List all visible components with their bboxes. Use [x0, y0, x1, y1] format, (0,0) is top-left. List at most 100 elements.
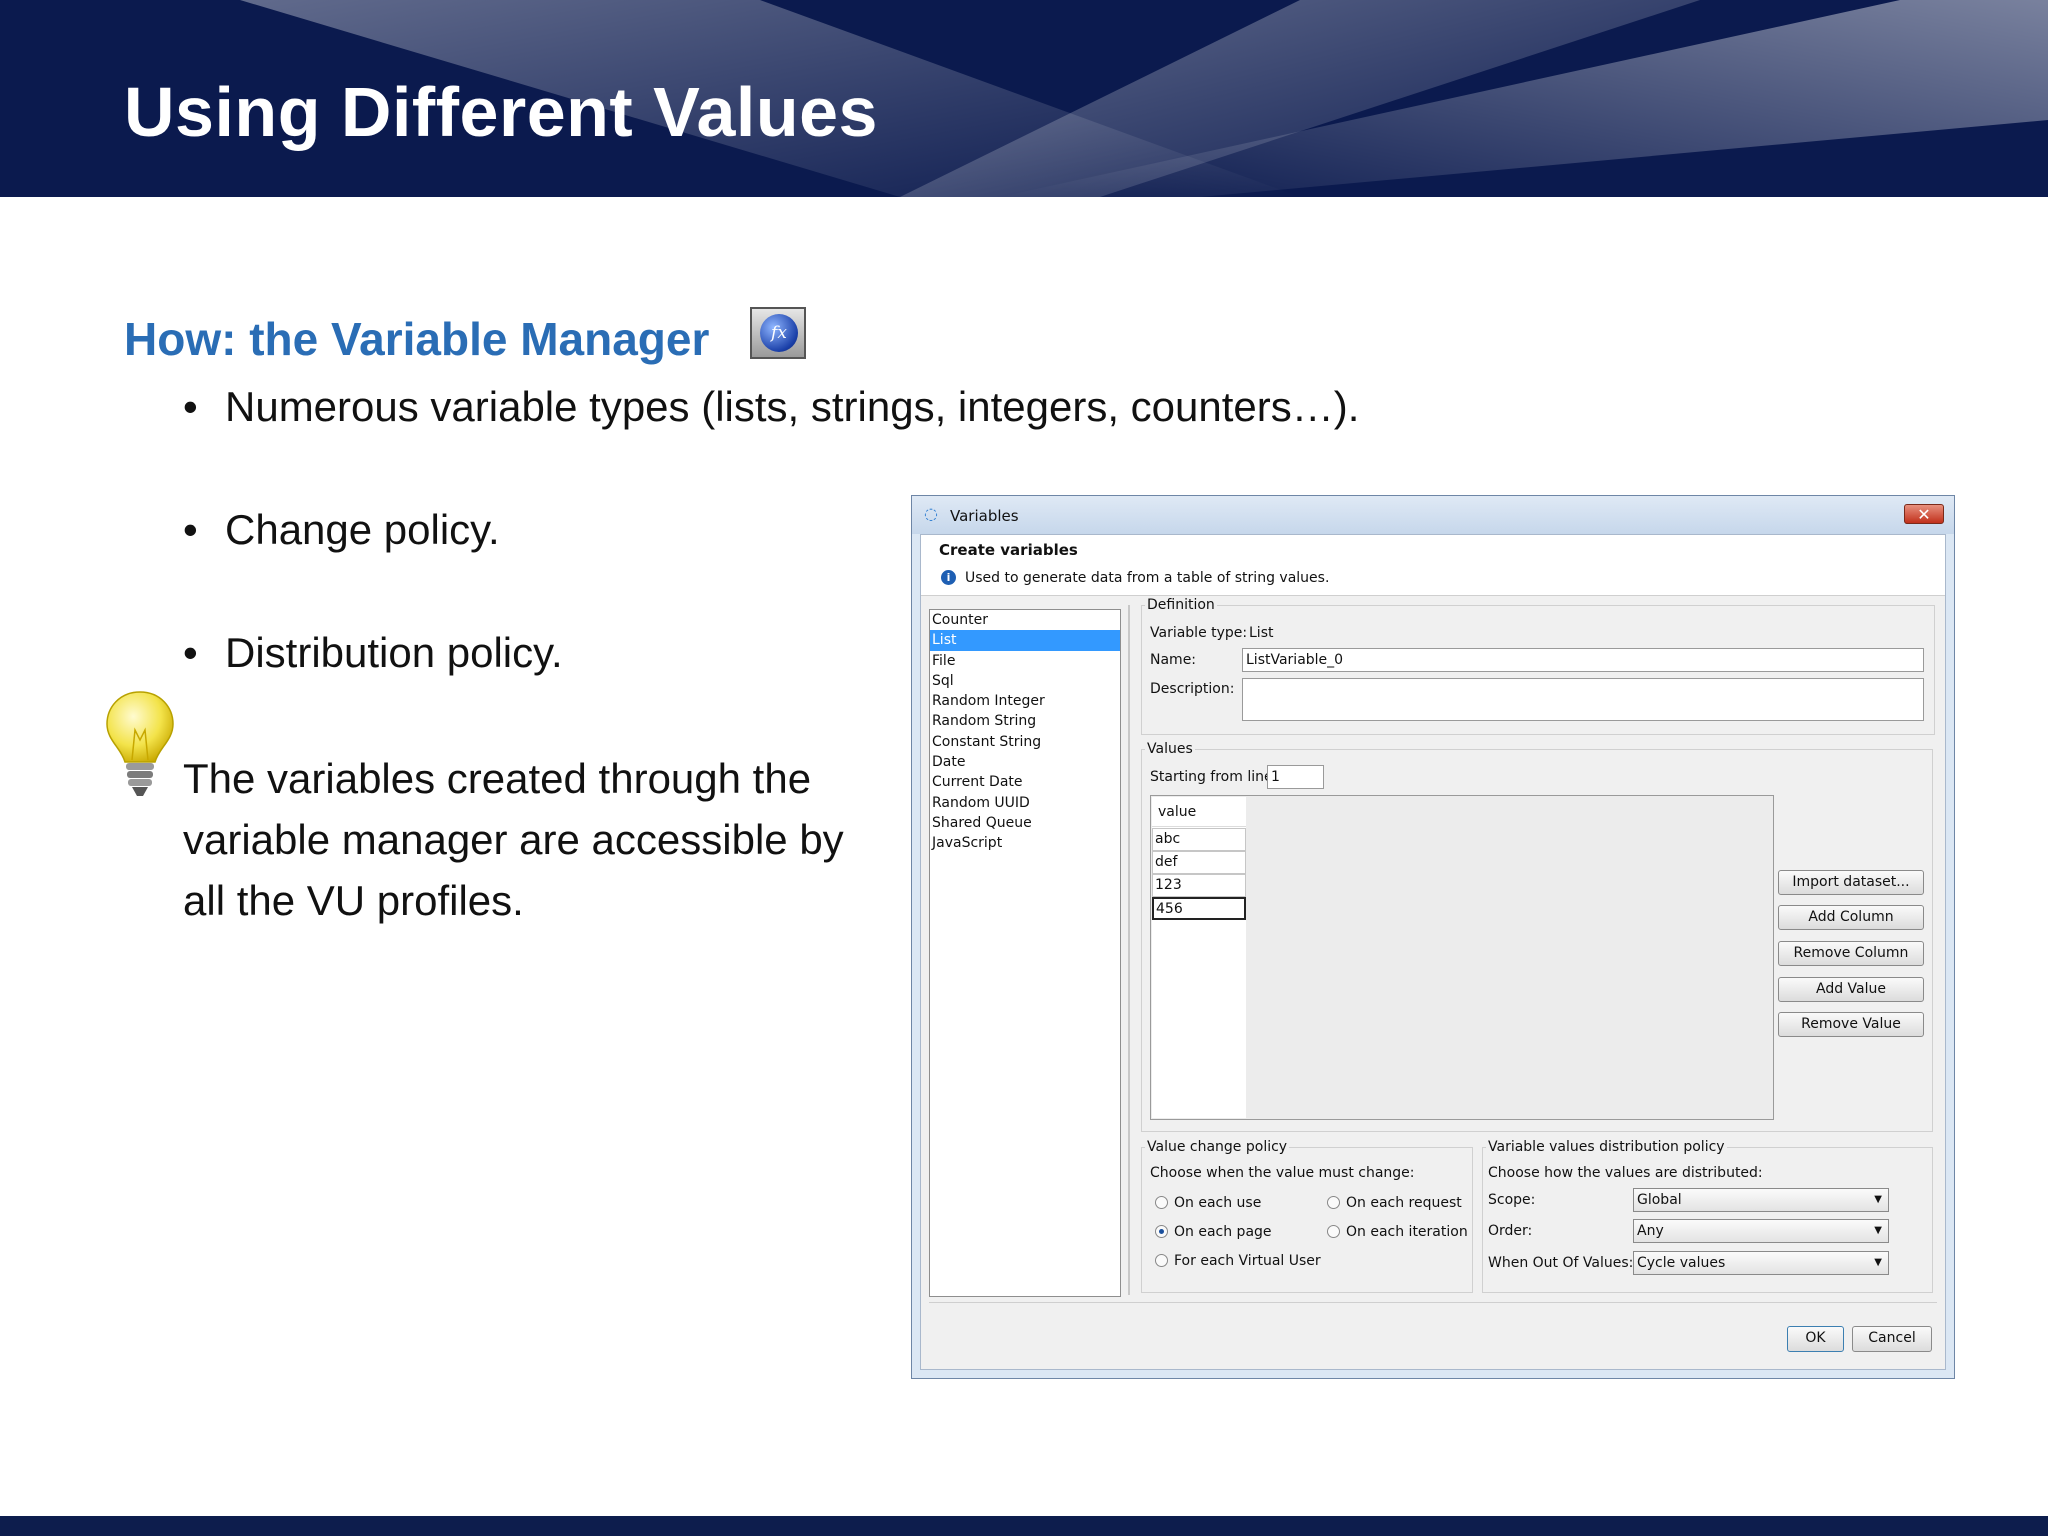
table-cell[interactable]: abc [1152, 828, 1246, 851]
description-field[interactable] [1242, 678, 1924, 721]
radio-button[interactable] [1327, 1225, 1340, 1238]
change-policy-prompt: Choose when the value must change: [1150, 1165, 1415, 1181]
radio-label: On each request [1346, 1195, 1462, 1211]
distribution-policy-label: Variable values distribution policy [1486, 1139, 1727, 1155]
remove-column-button[interactable]: Remove Column [1778, 941, 1924, 966]
name-label: Name: [1150, 652, 1197, 668]
type-item-date[interactable]: Date [930, 752, 1120, 772]
dialog-titlebar[interactable]: ◌ Variables ✕ [912, 496, 1954, 534]
note-line: variable manager are accessible by [183, 816, 844, 863]
bullet-glyph: • [183, 629, 198, 676]
slide-header: Using Different Values [0, 0, 2048, 197]
out-of-values-value: Cycle values [1637, 1255, 1726, 1271]
out-of-values-select[interactable]: Cycle values ▼ [1633, 1251, 1889, 1275]
out-of-values-label: When Out Of Values: [1488, 1255, 1634, 1271]
table-cell[interactable]: 123 [1152, 874, 1246, 897]
variables-dialog: ◌ Variables ✕ Create variables i Used to… [911, 495, 1955, 1379]
change-policy-label: Value change policy [1145, 1139, 1290, 1155]
table-cell[interactable]: def [1152, 851, 1246, 874]
dialog-body: Create variables i Used to generate data… [920, 534, 1946, 1370]
bullet-item: • Change policy. [183, 506, 500, 554]
info-text: Used to generate data from a table of st… [965, 570, 1330, 586]
radio-button[interactable] [1155, 1196, 1168, 1209]
divider [929, 1302, 1937, 1303]
import-dataset-button[interactable]: Import dataset... [1778, 870, 1924, 895]
column-header-value[interactable]: value [1152, 797, 1246, 827]
radio-button-selected[interactable] [1155, 1225, 1168, 1238]
scope-select[interactable]: Global ▼ [1633, 1188, 1889, 1212]
radio-label: For each Virtual User [1174, 1253, 1321, 1269]
radio-on-each-use[interactable]: On each use [1155, 1195, 1261, 1211]
variable-type-list[interactable]: Counter List File Sql Random Integer Ran… [929, 609, 1121, 1297]
start-line-field[interactable]: 1 [1267, 765, 1324, 789]
type-item-sql[interactable]: Sql [930, 671, 1120, 691]
definition-group-label: Definition [1145, 597, 1217, 613]
type-item-current-date[interactable]: Current Date [930, 772, 1120, 792]
type-item-javascript[interactable]: JavaScript [930, 833, 1120, 853]
add-value-button[interactable]: Add Value [1778, 977, 1924, 1002]
chevron-down-icon: ▼ [1874, 1225, 1882, 1236]
chevron-down-icon: ▼ [1874, 1194, 1882, 1205]
note-line: The variables created through the [183, 755, 812, 802]
type-item-file[interactable]: File [930, 651, 1120, 671]
dialog-banner: Create variables i Used to generate data… [921, 535, 1945, 596]
variable-type-value: List [1249, 625, 1274, 641]
add-column-button[interactable]: Add Column [1778, 905, 1924, 930]
note-text: The variables created through the variab… [183, 748, 883, 931]
values-group-label: Values [1145, 741, 1195, 757]
bullet-text: Numerous variable types (lists, strings,… [225, 383, 1360, 430]
radio-for-each-virtual-user[interactable]: For each Virtual User [1155, 1253, 1321, 1269]
scope-value: Global [1637, 1192, 1682, 1208]
type-item-random-integer[interactable]: Random Integer [930, 691, 1120, 711]
name-field[interactable]: ListVariable_0 [1242, 648, 1924, 672]
app-icon: ◌ [924, 504, 938, 523]
note-line: all the VU profiles. [183, 877, 524, 924]
section-heading: How: the Variable Manager [124, 313, 710, 365]
chevron-down-icon: ▼ [1874, 1257, 1882, 1268]
description-label: Description: [1150, 681, 1235, 697]
dialog-heading: Create variables [939, 541, 1078, 559]
radio-label: On each iteration [1346, 1224, 1468, 1240]
bullet-item: • Numerous variable types (lists, strings… [183, 383, 1359, 431]
type-item-shared-queue[interactable]: Shared Queue [930, 813, 1120, 833]
lightbulb-icon [106, 691, 174, 796]
order-value: Any [1637, 1223, 1664, 1239]
type-item-random-string[interactable]: Random String [930, 711, 1120, 731]
order-label: Order: [1488, 1223, 1533, 1239]
fx-icon-label: fx [760, 314, 798, 352]
radio-on-each-iteration[interactable]: On each iteration [1327, 1224, 1468, 1240]
table-cell-active[interactable]: 456 [1152, 897, 1246, 920]
radio-label: On each page [1174, 1224, 1272, 1240]
radio-button[interactable] [1327, 1196, 1340, 1209]
cancel-button[interactable]: Cancel [1852, 1326, 1932, 1352]
distribution-policy-prompt: Choose how the values are distributed: [1488, 1165, 1763, 1181]
type-item-constant-string[interactable]: Constant String [930, 732, 1120, 752]
slide-title: Using Different Values [124, 73, 878, 151]
bullet-glyph: • [183, 383, 198, 430]
slide-footer [0, 1516, 2048, 1536]
bullet-glyph: • [183, 506, 198, 553]
radio-button[interactable] [1155, 1254, 1168, 1267]
order-select[interactable]: Any ▼ [1633, 1219, 1889, 1243]
value-column: value abc def 123 456 [1152, 797, 1246, 1118]
start-line-label: Starting from line: [1150, 769, 1278, 785]
remove-value-button[interactable]: Remove Value [1778, 1012, 1924, 1037]
variable-manager-fx-icon: fx [750, 307, 806, 359]
info-icon: i [941, 570, 956, 585]
type-item-list[interactable]: List [930, 630, 1120, 651]
radio-label: On each use [1174, 1195, 1262, 1211]
close-button[interactable]: ✕ [1904, 504, 1944, 524]
radio-on-each-request[interactable]: On each request [1327, 1195, 1462, 1211]
bullet-text: Distribution policy. [225, 629, 563, 676]
radio-on-each-page[interactable]: On each page [1155, 1224, 1272, 1240]
ok-button[interactable]: OK [1787, 1326, 1844, 1352]
bullet-item: • Distribution policy. [183, 629, 563, 677]
dialog-title: Variables [950, 507, 1019, 525]
type-item-counter[interactable]: Counter [930, 610, 1120, 630]
bullet-text: Change policy. [225, 506, 500, 553]
variable-type-label: Variable type: [1150, 625, 1248, 641]
splitter[interactable] [1128, 605, 1130, 1295]
type-item-random-uuid[interactable]: Random UUID [930, 793, 1120, 813]
values-table[interactable]: value abc def 123 456 [1150, 795, 1774, 1120]
scope-label: Scope: [1488, 1192, 1536, 1208]
